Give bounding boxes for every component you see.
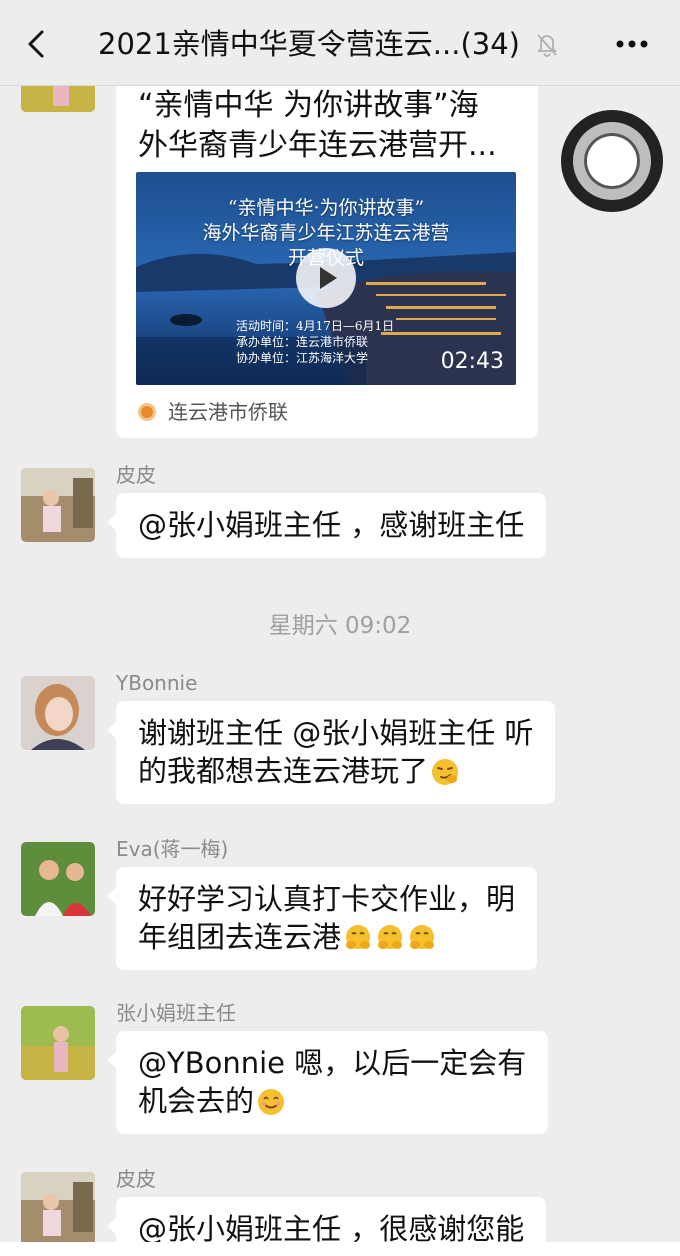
message-text: @张小娟班主任 ，感谢班主任	[138, 508, 525, 542]
timestamp: 星期六 09:02	[268, 613, 412, 639]
avatar-image	[21, 1006, 95, 1080]
smirk-emoji	[432, 759, 459, 785]
avatar[interactable]	[21, 676, 95, 750]
message-bubble[interactable]: @YBonnie 嗯，以后一定会有 机会去的	[106, 1031, 549, 1134]
avatar[interactable]	[21, 468, 95, 542]
message-bubble[interactable]: 好好学习认真打卡交作业，明 年组团去连云港	[106, 867, 538, 970]
hug-emoji	[378, 925, 403, 949]
source-name: 连云港市侨联	[168, 400, 288, 424]
sender-name: 张小娟班主任	[116, 1001, 236, 1025]
more-icon[interactable]	[612, 30, 652, 58]
back-icon[interactable]	[20, 26, 56, 62]
hug-emoji	[346, 925, 371, 949]
avatar-image	[21, 1172, 95, 1246]
video-duration: 02:43	[440, 349, 504, 374]
message-text: 好好学习认真打卡交作业，明 年组团去连云港	[138, 882, 516, 954]
member-count: (34)	[460, 27, 520, 61]
message-bubble[interactable]: 谢谢班主任 @张小娟班主任 听 的我都想去连云港玩了	[106, 701, 556, 804]
video-thumbnail[interactable]: “亲情中华·为你讲故事” 海外华裔青少年江苏连云港营 开营仪式 活动时间：4月1…	[136, 172, 516, 385]
sender-name: YBonnie	[116, 671, 198, 695]
avatar-image	[21, 842, 95, 916]
avatar-image	[21, 676, 95, 750]
video-thumbnail-info: 活动时间：4月17日—6月1日 承办单位：连云港市侨联 协办单位：江苏海洋大学	[236, 319, 395, 365]
floating-window-icon[interactable]	[561, 110, 663, 212]
source-account-icon	[138, 403, 156, 421]
sender-name: 皮皮	[116, 463, 156, 487]
hug-emoji	[410, 925, 435, 949]
sender-name: 皮皮	[116, 1167, 156, 1191]
smile-emoji	[258, 1089, 285, 1115]
message-bubble[interactable]: @张小娟班主任 ，感谢班主任	[106, 493, 547, 558]
chat-title: 2021亲情中华夏令营连云...(34)	[98, 26, 538, 62]
shared-video-title: “亲情中华 为你讲故事”海 外华裔青少年连云港营开...	[138, 88, 497, 163]
chat-title-text: 2021亲情中华夏令营连云...	[98, 27, 461, 61]
chat-header: 2021亲情中华夏令营连云...(34)	[0, 0, 680, 86]
message-text: @YBonnie 嗯，以后一定会有 机会去的	[138, 1046, 527, 1118]
bottom-edge	[0, 1242, 680, 1256]
sender-name: Eva(蒋一梅)	[116, 837, 229, 861]
avatar-image	[21, 468, 95, 542]
shared-video-card[interactable]: “亲情中华 为你讲故事”海 外华裔青少年连云港营开... “亲情中华·为你讲故事…	[116, 78, 538, 438]
play-icon[interactable]	[296, 248, 356, 308]
message-text: @张小娟班主任 ，很感谢您能	[138, 1212, 525, 1246]
avatar[interactable]	[21, 1172, 95, 1246]
message-text: 谢谢班主任 @张小娟班主任 听 的我都想去连云港玩了	[138, 716, 534, 788]
avatar[interactable]	[21, 842, 95, 916]
mute-bell-icon	[536, 34, 558, 57]
avatar[interactable]	[21, 1006, 95, 1080]
